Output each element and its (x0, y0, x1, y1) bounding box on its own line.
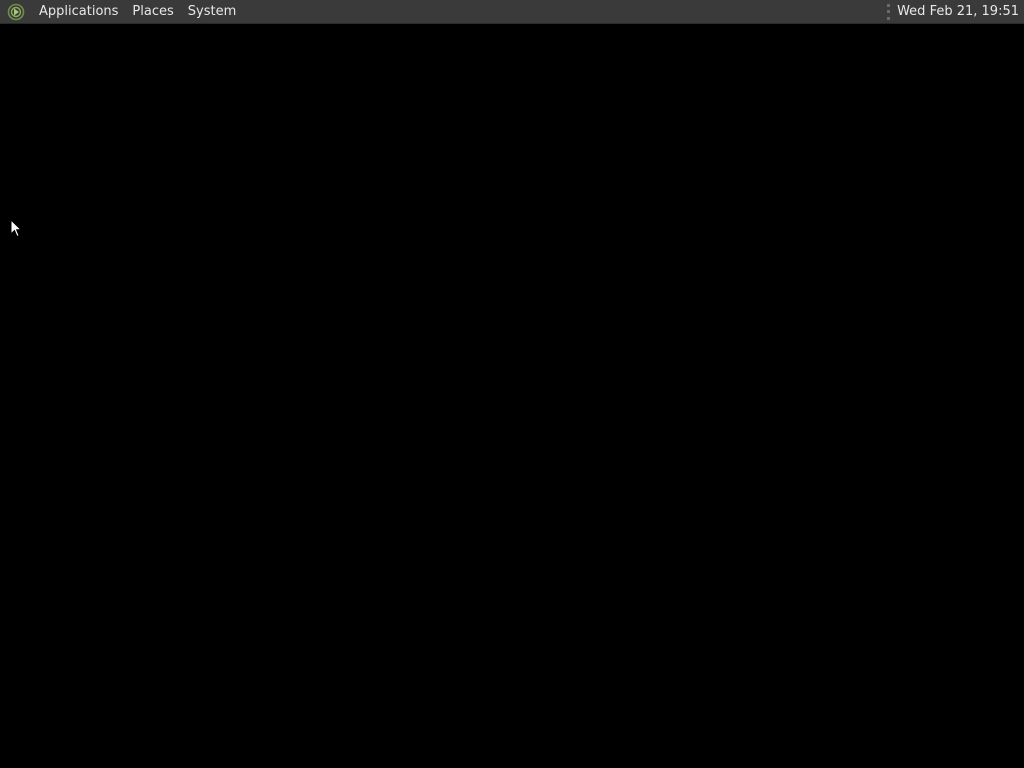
panel-drag-handle[interactable] (887, 3, 891, 20)
menu-system[interactable]: System (181, 0, 243, 24)
menu-bar: Applications Places System (0, 0, 243, 24)
desktop[interactable] (0, 24, 1024, 768)
mate-logo-icon[interactable] (6, 2, 26, 22)
menu-applications[interactable]: Applications (32, 0, 125, 24)
menu-places[interactable]: Places (125, 0, 180, 24)
clock[interactable]: Wed Feb 21, 19:51 (897, 0, 1024, 24)
top-panel: Applications Places System Wed Feb 21, 1… (0, 0, 1024, 24)
mouse-pointer-icon (10, 219, 22, 238)
